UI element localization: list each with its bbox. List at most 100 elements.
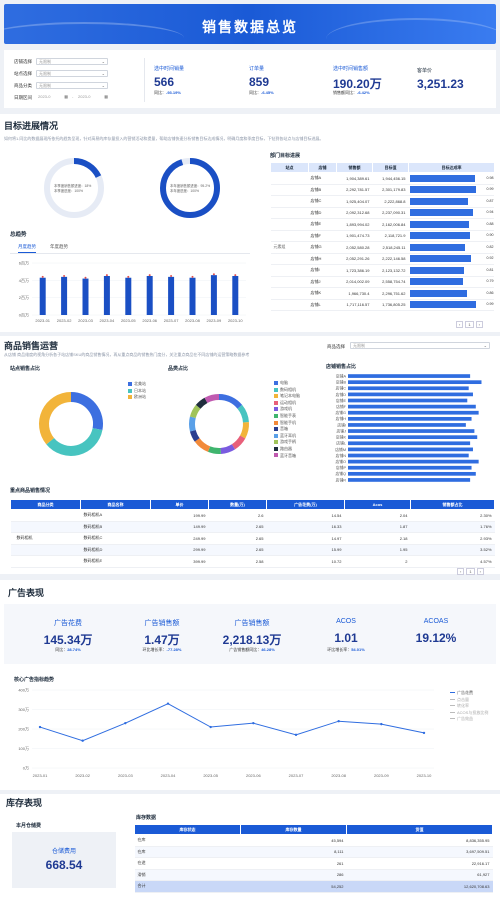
dept-row[interactable]: 店铺K 1,966,730.4 2,296,751.62 0.86: [270, 287, 494, 300]
inventory-row[interactable]: 在途 261 22,916.17: [134, 857, 493, 870]
dept-row[interactable]: 店铺F 1,901,474.73 2,118,721.9 0.90: [270, 230, 494, 242]
inv-cell-value: 8,836,355.95: [346, 834, 493, 847]
key-row[interactable]: 数码相机B 149.99 2.65 16.33 1.87 1.76%: [10, 521, 495, 533]
inventory-row[interactable]: 在库 45,594 8,836,355.95: [134, 834, 493, 847]
key-header-qty[interactable]: 数量(万): [208, 499, 267, 510]
key-row[interactable]: 数码相机 数码相机C 249.99 2.65 14.97 2.18 2.93%: [10, 532, 495, 545]
store-bar: [348, 380, 482, 385]
key-header-category[interactable]: 商品分类: [10, 499, 81, 510]
rate-bar: [409, 243, 465, 251]
dept-row[interactable]: 店铺C 1,925,404.07 2,222,868.8 0.87: [270, 195, 494, 208]
rate-bar: [409, 301, 477, 309]
dept-row[interactable]: 店铺E 1,893,994.02 2,162,006.84 0.88: [270, 218, 494, 231]
dept-cell-rate: 0.98: [408, 172, 494, 185]
inv-header-value[interactable]: 货值: [346, 824, 493, 835]
inventory-table-title: 库存数据: [136, 815, 157, 821]
legend-item[interactable]: 欧洲站: [128, 394, 146, 401]
store-bar: [348, 478, 471, 482]
key-header-price[interactable]: 单价: [150, 499, 209, 510]
key-header-acos[interactable]: Acos: [344, 499, 411, 510]
dept-row[interactable]: 店铺B 2,292,781.57 2,301,179.83 0.99: [270, 184, 494, 196]
key-row[interactable]: 数码相机D 299.99 2.65 15.99 1.95 3.52%: [10, 544, 495, 556]
dept-header-store[interactable]: 店铺: [308, 162, 337, 173]
key-cell-price: 149.99: [150, 521, 209, 533]
legend-item[interactable]: 音箱: [274, 426, 300, 433]
key-header-name[interactable]: 商品名称: [80, 499, 151, 510]
key-pager[interactable]: ‹ 1 ›: [456, 568, 485, 575]
rate-bar: [409, 278, 463, 286]
tab-yearly[interactable]: 年度趋势: [50, 244, 68, 250]
dept-cell-sales: 1,893,994.02: [336, 218, 373, 231]
trend-bar: [39, 277, 46, 315]
dept-row[interactable]: 店铺J 2,014,002.09 2,558,754.74 0.79: [270, 276, 494, 288]
dept-header-target[interactable]: 目标值: [372, 162, 409, 173]
legend-item[interactable]: 游戏机: [274, 406, 300, 413]
year-gauge-text: 本年度销售额进度：95.2% 本年度进度：100%: [170, 184, 211, 193]
store-bar: [348, 386, 469, 391]
dept-row[interactable]: 店铺D 2,092,312.68 2,237,090.31 0.94: [270, 207, 494, 219]
inv-cell-qty: 54,252: [240, 880, 347, 893]
legend-item[interactable]: 笔记本电脑: [274, 393, 300, 400]
category-select[interactable]: 无限制 ⌄: [36, 82, 108, 89]
key-header-share[interactable]: 销售额占比: [410, 499, 495, 510]
site-pie-chart: [39, 392, 103, 456]
category-pie-slice: [237, 404, 249, 423]
date-start-input[interactable]: 2023-0 ▦: [36, 94, 70, 101]
legend-item[interactable]: 电脑: [274, 380, 300, 387]
ad-legend-item[interactable]: 广告效益: [450, 716, 488, 723]
inv-cell-qty: 8,111: [240, 846, 347, 858]
dept-row[interactable]: 店铺L 1,717,116.57 1,736,805.25 0.99: [270, 299, 494, 311]
tab-monthly[interactable]: 月度趋势: [18, 244, 36, 253]
legend-item[interactable]: 北美站: [128, 381, 146, 388]
x-tick-label: 2023-07: [289, 773, 304, 778]
dept-row[interactable]: 店铺H 2,052,291.26 2,222,146.58 0.92: [270, 253, 494, 265]
dept-pager[interactable]: ‹ 1 ›: [455, 321, 484, 328]
date-end-input[interactable]: 2023-0 ▦: [76, 94, 110, 101]
inventory-row[interactable]: 在库 8,111 3,697,509.51: [134, 846, 493, 858]
key-row[interactable]: 数码相机E 399.99 2.58 10.72 2 4.57%: [10, 555, 495, 568]
product-select[interactable]: 无限制 ⌄: [350, 342, 490, 349]
chevron-down-icon: ⌄: [101, 83, 105, 88]
rate-bar: [409, 220, 469, 228]
legend-item[interactable]: 路由器: [274, 446, 300, 453]
legend-item[interactable]: 游戏手柄: [274, 439, 300, 446]
site-select[interactable]: 无限制 ⌄: [36, 70, 108, 77]
dept-cell-rate: 0.94: [408, 207, 494, 219]
dept-cell-site: [270, 264, 309, 277]
ad-kpi-sub: 广告销售额同比：46.28%: [229, 647, 275, 652]
inv-header-qty[interactable]: 库存数量: [240, 824, 347, 835]
y-tick-label: 300万: [18, 707, 29, 712]
dept-cell-store: 店铺I: [308, 264, 337, 277]
legend-swatch: [450, 692, 455, 694]
chevron-down-icon: ⌄: [101, 59, 105, 64]
legend-swatch: [450, 718, 455, 720]
key-header-cost[interactable]: 广告花费(万): [266, 499, 345, 510]
key-cell-cost: 14.54: [266, 509, 345, 522]
kpi-label-avg: 客单价: [417, 68, 433, 74]
store-select[interactable]: 无限制 ⌄: [36, 58, 108, 65]
dept-cell-site: [270, 184, 309, 196]
site-pie-slice: [46, 427, 103, 456]
dept-row[interactable]: 店铺A 1,904,389.61 1,944,456.15 0.98: [270, 172, 494, 185]
inventory-row[interactable]: 滞销 286 61,927: [134, 869, 493, 881]
inv-header-status[interactable]: 库存状态: [134, 824, 241, 835]
inventory-row[interactable]: 合计 54,252 12,620,708.63: [134, 880, 493, 893]
legend-item[interactable]: 智能手表: [274, 413, 300, 420]
dept-table: 站点 店铺 销售额 目标值 目标达成率 店铺A 1,904,389.61 1,944…: [270, 162, 494, 320]
dept-row[interactable]: 元素组 店铺G 2,052,580.28 2,518,245.11 0.82: [270, 241, 494, 254]
store-bar: [348, 453, 469, 458]
page-title: 销售数据总览: [202, 19, 298, 35]
dept-title: 部门目标进展: [270, 153, 301, 159]
target-point: [41, 275, 44, 278]
dept-header-rate[interactable]: 目标达成率: [408, 162, 494, 173]
key-cell-acos: 1.87: [344, 521, 411, 533]
store-bar-title: 店铺销售占比: [326, 364, 357, 370]
dept-cell-target: 2,296,751.62: [372, 287, 409, 300]
dept-header-site[interactable]: 站点: [270, 162, 309, 173]
legend-item[interactable]: 蓝牙音箱: [274, 453, 300, 460]
dept-header-sales[interactable]: 销售额: [336, 162, 373, 173]
dept-cell-sales: 1,723,386.19: [336, 264, 373, 277]
dept-row[interactable]: 店铺I 1,723,386.19 2,123,132.72 0.81: [270, 264, 494, 277]
dept-cell-sales: 2,292,781.57: [336, 184, 373, 196]
key-row[interactable]: 数码相机A 199.99 2.6 14.54 2.04 2.30%: [10, 509, 495, 522]
